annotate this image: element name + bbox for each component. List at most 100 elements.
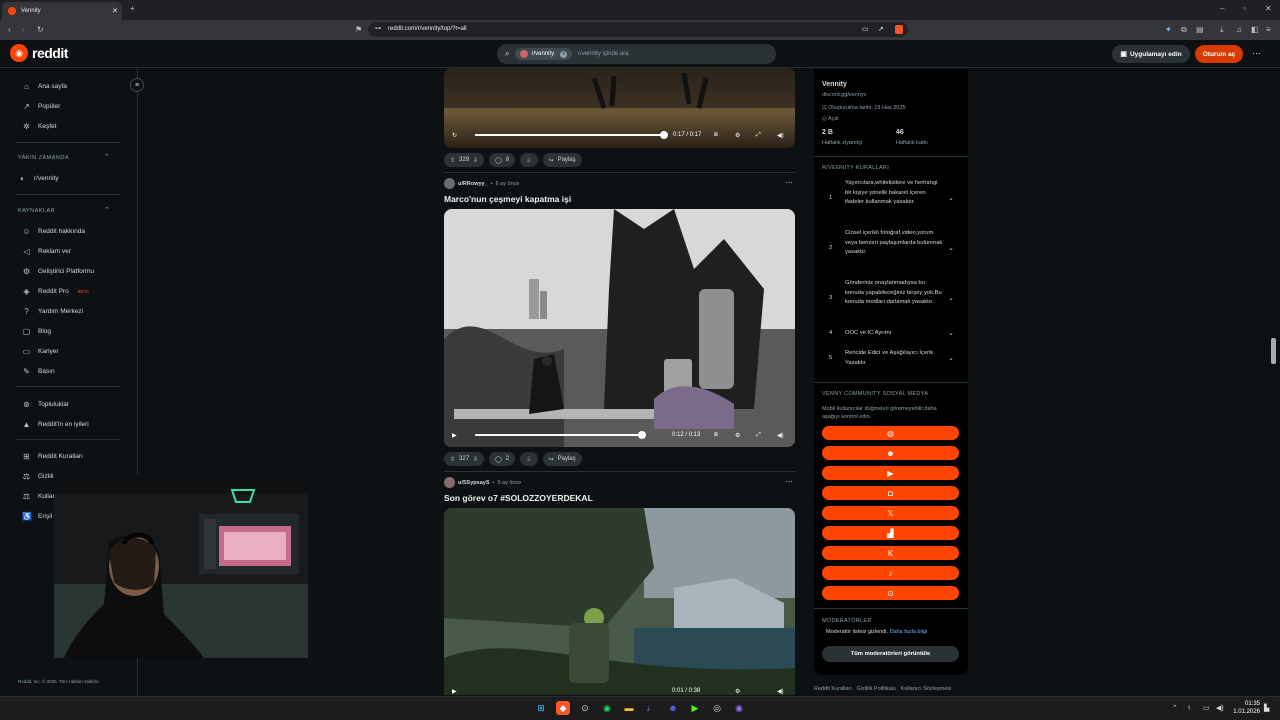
post-author[interactable]: u/RRowyy_	[458, 181, 488, 187]
award-button[interactable]: ♧	[520, 153, 538, 167]
upvote-icon[interactable]: ⇧	[450, 456, 455, 463]
clock[interactable]: 01:35 1.01.2026	[1232, 700, 1260, 716]
sidebar-collapse-button[interactable]: ≡	[130, 78, 144, 92]
sidebar-item-about[interactable]: ☺ Reddit hakkında	[22, 224, 85, 238]
captions-icon[interactable]: ⧈	[714, 128, 718, 142]
rule-item[interactable]: 2 Cinsel içerikli fotoğraf,video,yorum v…	[829, 229, 959, 269]
play-icon[interactable]: ▶	[452, 428, 457, 442]
app-icon[interactable]: ♩	[644, 701, 658, 715]
obs-icon[interactable]: ◎	[710, 701, 724, 715]
avatar[interactable]	[444, 477, 455, 488]
video-progress-bar[interactable]	[475, 434, 643, 436]
steam-taskbar-icon[interactable]: ⊙	[578, 701, 592, 715]
sidebar-item-vennity[interactable]: ◐ r/vennity	[18, 171, 59, 185]
sidebar-item-reddit-pro[interactable]: ◈ Reddit Pro BETA	[22, 284, 89, 298]
fullscreen-icon[interactable]: ⤢	[756, 428, 761, 442]
login-button[interactable]: Oturum aç	[1195, 45, 1243, 63]
captions-icon[interactable]: ⧈	[714, 428, 718, 442]
app-circle-icon[interactable]: ◉	[732, 701, 746, 715]
sidebar-item-developer[interactable]: ⚙ Geliştirici Platformu	[22, 264, 94, 278]
sidebar-item-popular[interactable]: ↗ Popüler	[22, 99, 60, 113]
window-minimize-icon[interactable]: –	[1220, 5, 1224, 13]
share-page-icon[interactable]: ↗	[878, 22, 884, 37]
fullscreen-icon[interactable]: ⤢	[756, 128, 761, 142]
upvote-icon[interactable]: ⇧	[450, 157, 455, 164]
sidebar-item-accessibility[interactable]: ♿ Erişil	[22, 509, 52, 523]
window-maximize-icon[interactable]: ▫	[1243, 5, 1246, 13]
post-author[interactable]: u/SSypsayS	[458, 480, 490, 486]
network-icon[interactable]: ▭	[1203, 704, 1210, 712]
back-icon[interactable]: ‹	[8, 26, 11, 34]
window-close-icon[interactable]: ✕	[1265, 5, 1272, 13]
play-icon[interactable]: ▶	[452, 684, 457, 695]
view-all-moderators-button[interactable]: Tüm moderatörleri görüntüle	[822, 646, 959, 662]
panel-footer-links[interactable]: Reddit Kuralları Gizlilik Politikası Kul…	[814, 686, 951, 692]
post-video[interactable]: ↻ 0:17 / 0:17 ⧈ ⚙ ⤢ ◀)	[444, 68, 795, 148]
social-link-x[interactable]: 𝕏	[822, 506, 959, 520]
sidebar-item-explore[interactable]: ✲ Keşfet	[22, 119, 56, 133]
video-progress-bar[interactable]	[475, 134, 665, 136]
sidebar-item-help[interactable]: ? Yardım Merkezi	[22, 304, 83, 318]
share-button[interactable]: ↪ Paylaş	[542, 452, 582, 466]
split-view-icon[interactable]: ◧	[1251, 26, 1259, 34]
learn-more-link[interactable]: Daha fazla bilgi	[890, 629, 928, 635]
menu-icon[interactable]: ≡	[1266, 26, 1271, 34]
recent-header[interactable]: YAKIN ZAMANDA	[18, 155, 69, 161]
sidebar-item-privacy[interactable]: ⚖ Gizlili	[22, 469, 54, 483]
extension-icon[interactable]: ✦	[1165, 26, 1172, 34]
chevron-down-icon[interactable]: ⌄	[948, 354, 954, 364]
reddit-logo[interactable]: ◉ reddit	[10, 44, 68, 62]
rule-item[interactable]: 5 Rencide Edici ve Aşağılayıcı İçerik Ya…	[829, 349, 959, 371]
sidebar-item-best-of[interactable]: ▲ Reddit'in en iyileri	[22, 417, 89, 431]
avatar[interactable]	[444, 178, 455, 189]
rule-item[interactable]: 4 OOC ve IC Ayrımı ⌄	[829, 329, 959, 341]
forward-icon[interactable]: ›	[22, 26, 25, 34]
vote-group[interactable]: ⇧ 329 ⇩	[444, 153, 485, 167]
progress-handle[interactable]	[638, 431, 646, 439]
chip-remove-icon[interactable]: ✕	[560, 50, 568, 58]
chevron-down-icon[interactable]: ⌄	[948, 329, 954, 339]
page-scrollbar[interactable]	[1271, 338, 1276, 364]
sidebar-item-blog[interactable]: ▢ Blog	[22, 324, 51, 338]
settings-gear-icon[interactable]: ⚙	[735, 128, 740, 142]
sidebar-item-press[interactable]: ✎ Basın	[22, 364, 54, 378]
tray-chevron-icon[interactable]: ⌃	[1172, 704, 1178, 712]
bookmark-icon[interactable]: ⚑	[355, 26, 362, 34]
sidebar-toggle-icon[interactable]: ▤	[1196, 26, 1204, 34]
discord-taskbar-icon[interactable]: ☻	[666, 701, 680, 715]
reload-icon[interactable]: ↻	[37, 26, 44, 34]
social-link-kick[interactable]: K	[822, 546, 959, 560]
chevron-down-icon[interactable]: ⌄	[948, 294, 954, 304]
browser-tab[interactable]: Vennity ✕	[2, 2, 122, 20]
address-bar[interactable]: ⊶ reddit.com/r/vennity/top/?t=all ▭ ↗	[368, 22, 908, 37]
media-icon[interactable]: ♫	[1236, 26, 1242, 34]
shield-icon[interactable]	[895, 25, 903, 34]
sidebar-item-user-agreement[interactable]: ⚖ Kullan	[22, 489, 56, 503]
vote-group[interactable]: ⇧ 327 ⇩	[444, 452, 485, 466]
sidebar-item-communities[interactable]: ⊛ Topluluklar	[22, 397, 69, 411]
post-video[interactable]: ▶ 0:12 / 0:13 ⧈ ⚙ ⤢ ◀)	[444, 209, 795, 447]
comments-button[interactable]: ◯ 8	[489, 153, 516, 167]
progress-handle[interactable]	[660, 131, 668, 139]
resources-header[interactable]: KAYNAKLAR	[18, 208, 55, 214]
post-options-icon[interactable]: ⋯	[785, 178, 793, 187]
new-tab-icon[interactable]: +	[130, 5, 135, 13]
chevron-down-icon[interactable]: ⌄	[948, 244, 954, 254]
social-link-twitch[interactable]: ▟	[822, 526, 959, 540]
volume-icon[interactable]: ◀)	[777, 684, 784, 695]
tray-mic-icon[interactable]: ♮	[1188, 704, 1191, 712]
sidebar-item-careers[interactable]: ▭ Kariyer	[22, 344, 59, 358]
sidebar-item-home[interactable]: ⌂ Ana sayfa	[22, 79, 67, 93]
rule-item[interactable]: 1 Yayıncılara,whitelistlere ve herhangi …	[829, 179, 959, 219]
social-link-youtube[interactable]: ▶	[822, 466, 959, 480]
downloads-icon[interactable]: ⤓	[1220, 26, 1224, 34]
sidebar-item-advertise[interactable]: ◁ Reklam ver	[22, 244, 70, 258]
replay-icon[interactable]: ↻	[452, 128, 457, 142]
brave-browser-icon[interactable]: ◆	[556, 701, 570, 715]
volume-icon[interactable]: ◀)	[777, 428, 784, 442]
settings-gear-icon[interactable]: ⚙	[735, 428, 740, 442]
media-player-icon[interactable]: ▶	[688, 701, 702, 715]
post-video[interactable]: ▶ 0:01 / 0:38 ⚙ ◀)	[444, 508, 795, 695]
comments-button[interactable]: ◯ 2	[489, 452, 516, 466]
search-bar[interactable]: ⌕ r/vennity ✕ r/vennity içinde ara	[497, 44, 776, 64]
